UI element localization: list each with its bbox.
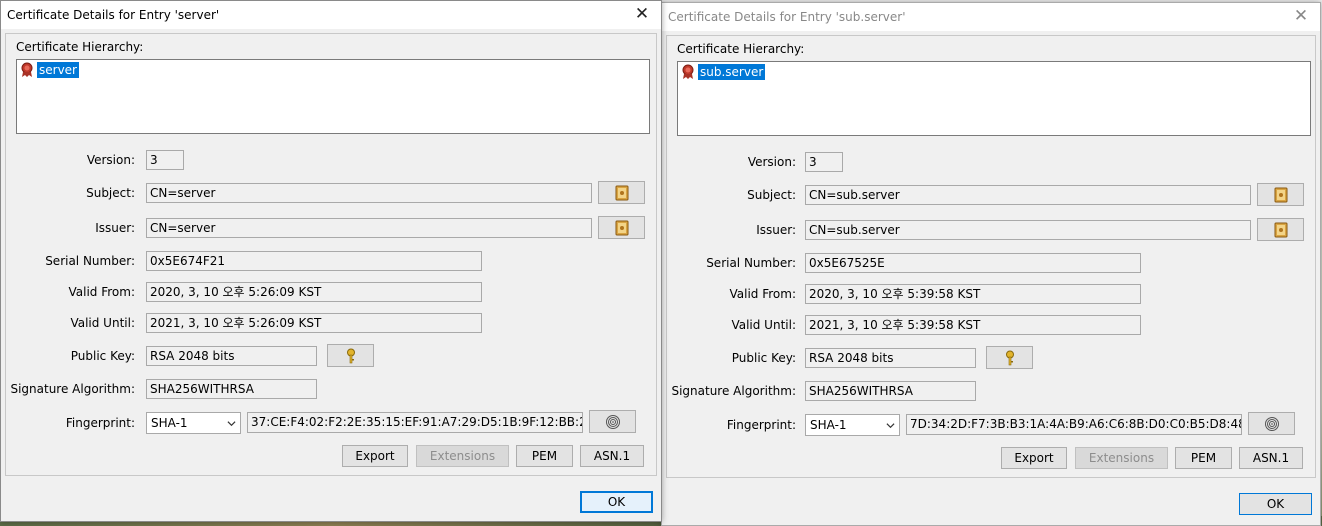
extensions-button[interactable]: Extensions xyxy=(1075,447,1168,469)
ok-button[interactable]: OK xyxy=(1239,493,1312,515)
pem-button[interactable]: PEM xyxy=(1175,447,1232,469)
details-panel: Certificate Hierarchy: sub.server Versio… xyxy=(666,35,1316,478)
export-button[interactable]: Export xyxy=(1001,447,1067,469)
tree-item-server[interactable]: server xyxy=(19,62,79,78)
subject-field[interactable]: CN=sub.server xyxy=(805,185,1251,205)
tree-item-label: sub.server xyxy=(698,64,766,80)
version-field[interactable]: 3 xyxy=(805,152,843,172)
certificate-icon xyxy=(21,62,33,77)
tree-item-sub-server[interactable]: sub.server xyxy=(680,64,766,80)
subject-label: Subject: xyxy=(86,186,135,200)
close-icon[interactable]: ✕ xyxy=(633,5,651,23)
fingerprint-label: Fingerprint: xyxy=(726,418,796,432)
fingerprint-algorithm-select[interactable]: SHA-1 xyxy=(146,412,241,434)
ok-button[interactable]: OK xyxy=(580,491,653,513)
certificate-hierarchy-tree[interactable]: server xyxy=(16,59,650,134)
asn1-button[interactable]: ASN.1 xyxy=(580,445,644,467)
fingerprint-algorithm-value: SHA-1 xyxy=(151,416,188,430)
book-icon xyxy=(615,220,628,235)
certificate-details-dialog-sub-server: Certificate Details for Entry 'sub.serve… xyxy=(661,2,1321,526)
valid-until-field[interactable]: 2021, 3, 10 오후 5:39:58 KST xyxy=(805,315,1141,335)
certificate-hierarchy-tree[interactable]: sub.server xyxy=(677,61,1311,136)
fingerprint-label: Fingerprint: xyxy=(65,416,135,430)
fingerprint-field[interactable]: 7D:34:2D:F7:3B:B3:1A:4A:B9:A6:C6:8B:D0:C… xyxy=(906,414,1242,435)
pem-button[interactable]: PEM xyxy=(516,445,573,467)
certificate-icon xyxy=(682,64,694,79)
public-key-field[interactable]: RSA 2048 bits xyxy=(805,348,976,368)
key-icon xyxy=(346,348,355,363)
fingerprint-field[interactable]: 37:CE:F4:02:F2:2E:35:15:EF:91:A7:29:D5:1… xyxy=(247,412,583,433)
version-label: Version: xyxy=(86,153,135,167)
hierarchy-label: Certificate Hierarchy: xyxy=(16,40,144,54)
valid-from-label: Valid From: xyxy=(68,285,135,299)
certificate-details-dialog-server: Certificate Details for Entry 'server' ✕… xyxy=(0,0,662,522)
subject-label: Subject: xyxy=(747,188,796,202)
extensions-button[interactable]: Extensions xyxy=(416,445,509,467)
copy-fingerprint-button[interactable] xyxy=(1248,412,1295,435)
public-key-label: Public Key: xyxy=(731,351,796,365)
issuer-label: Issuer: xyxy=(756,223,796,237)
title-bar[interactable]: Certificate Details for Entry 'sub.serve… xyxy=(662,3,1320,31)
view-subject-button[interactable] xyxy=(598,181,645,204)
fingerprint-algorithm-value: SHA-1 xyxy=(810,418,847,432)
asn1-button[interactable]: ASN.1 xyxy=(1239,447,1303,469)
book-icon xyxy=(1274,222,1287,237)
serial-number-label: Serial Number: xyxy=(706,256,796,270)
signature-algorithm-field[interactable]: SHA256WITHRSA xyxy=(805,381,976,401)
valid-from-field[interactable]: 2020, 3, 10 오후 5:39:58 KST xyxy=(805,284,1141,304)
valid-until-field[interactable]: 2021, 3, 10 오후 5:26:09 KST xyxy=(146,313,482,333)
title-bar[interactable]: Certificate Details for Entry 'server' ✕ xyxy=(1,1,661,29)
view-issuer-button[interactable] xyxy=(1257,218,1304,241)
details-panel: Certificate Hierarchy: server Version: 3… xyxy=(5,33,657,476)
fingerprint-icon xyxy=(1264,416,1279,431)
serial-number-label: Serial Number: xyxy=(45,254,135,268)
dialog-title: Certificate Details for Entry 'server' xyxy=(7,8,220,22)
signature-algorithm-label: Signature Algorithm: xyxy=(10,382,135,396)
view-public-key-button[interactable] xyxy=(327,344,374,367)
valid-until-label: Valid Until: xyxy=(70,316,135,330)
serial-number-field[interactable]: 0x5E674F21 xyxy=(146,251,482,271)
subject-field[interactable]: CN=server xyxy=(146,183,592,203)
signature-algorithm-field[interactable]: SHA256WITHRSA xyxy=(146,379,317,399)
public-key-label: Public Key: xyxy=(70,349,135,363)
view-issuer-button[interactable] xyxy=(598,216,645,239)
hierarchy-label: Certificate Hierarchy: xyxy=(677,42,805,56)
book-icon xyxy=(615,185,628,200)
close-icon[interactable]: ✕ xyxy=(1292,7,1310,25)
valid-from-label: Valid From: xyxy=(729,287,796,301)
view-subject-button[interactable] xyxy=(1257,183,1304,206)
valid-from-field[interactable]: 2020, 3, 10 오후 5:26:09 KST xyxy=(146,282,482,302)
fingerprint-icon xyxy=(605,414,620,429)
public-key-field[interactable]: RSA 2048 bits xyxy=(146,346,317,366)
key-icon xyxy=(1005,350,1014,365)
issuer-field[interactable]: CN=sub.server xyxy=(805,220,1251,240)
issuer-label: Issuer: xyxy=(95,221,135,235)
signature-algorithm-label: Signature Algorithm: xyxy=(671,384,796,398)
fingerprint-algorithm-select[interactable]: SHA-1 xyxy=(805,414,900,436)
serial-number-field[interactable]: 0x5E67525E xyxy=(805,253,1141,273)
tree-item-label: server xyxy=(37,62,79,78)
version-label: Version: xyxy=(747,155,796,169)
export-button[interactable]: Export xyxy=(342,445,408,467)
valid-until-label: Valid Until: xyxy=(731,318,796,332)
view-public-key-button[interactable] xyxy=(986,346,1033,369)
copy-fingerprint-button[interactable] xyxy=(589,410,636,433)
version-field[interactable]: 3 xyxy=(146,150,184,170)
issuer-field[interactable]: CN=server xyxy=(146,218,592,238)
chevron-down-icon xyxy=(886,423,895,429)
dialog-title: Certificate Details for Entry 'sub.serve… xyxy=(668,10,906,24)
book-icon xyxy=(1274,187,1287,202)
chevron-down-icon xyxy=(227,421,236,427)
